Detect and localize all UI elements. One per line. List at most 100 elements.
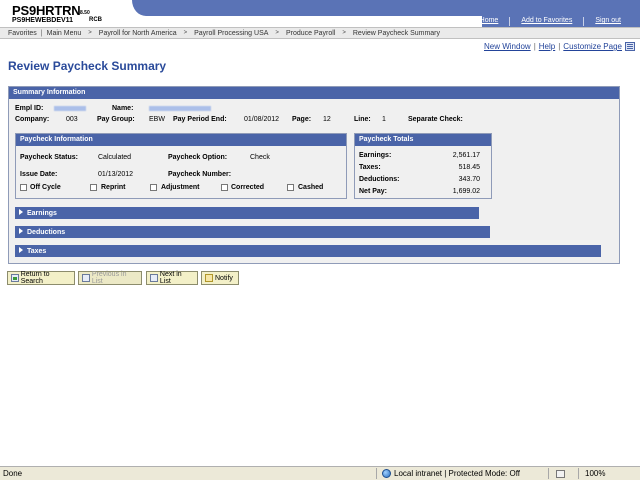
pay-group-value: EBW [149, 116, 165, 123]
header-links: Home Add to Favorites Sign out [469, 17, 632, 26]
cashed-checkbox[interactable] [287, 184, 294, 191]
previous-in-list-button[interactable]: Previous in List [78, 271, 142, 285]
paycheck-totals-group: Paycheck Totals Earnings: 2,561.17 Taxes… [354, 133, 492, 199]
page-options-icon[interactable] [625, 42, 635, 51]
corrected-checkbox[interactable] [221, 184, 228, 191]
paycheck-totals-header: Paycheck Totals [355, 134, 491, 146]
corrected-label: Corrected [231, 184, 265, 191]
link-divider: | [533, 42, 536, 51]
app-version: 8.50 [80, 10, 90, 16]
cashed-label: Cashed [298, 184, 324, 191]
zoom-level[interactable]: 100% [585, 469, 605, 478]
breadcrumb-payroll-processing[interactable]: Payroll Processing USA [190, 30, 272, 37]
name-label: Name: [112, 105, 134, 112]
sign-out-link[interactable]: Sign out [584, 17, 632, 26]
breadcrumb-produce-payroll[interactable]: Produce Payroll [282, 30, 339, 37]
empl-id-value [54, 106, 86, 111]
expand-arrow-icon [19, 228, 23, 234]
paycheck-info-header: Paycheck Information [16, 134, 346, 146]
company-label: Company: [15, 116, 50, 123]
page-label: Page: [292, 116, 312, 123]
off-cycle-checkbox[interactable] [20, 184, 27, 191]
status-divider [376, 468, 377, 479]
deductions-value: 343.70 [458, 176, 480, 183]
deductions-section-toggle[interactable]: Deductions [15, 226, 490, 238]
deductions-label: Deductions: [359, 176, 400, 183]
adjustment-checkbox[interactable] [150, 184, 157, 191]
earnings-value: 2,561.17 [452, 152, 480, 159]
app-title: PS9HRTRN [12, 3, 81, 18]
breadcrumb-payroll-na[interactable]: Payroll for North America [95, 30, 181, 37]
summary-header: Summary Information [9, 87, 619, 99]
envelope-icon [205, 274, 213, 282]
reprint-checkbox[interactable] [90, 184, 97, 191]
paycheck-option-value: Check [250, 154, 270, 161]
return-to-search-button[interactable]: Return to Search [7, 271, 75, 285]
taxes-section-toggle[interactable]: Taxes [15, 245, 601, 257]
earnings-section-toggle[interactable]: Earnings [15, 207, 479, 219]
line-value: 1 [382, 116, 386, 123]
pay-period-end-label: Pay Period End: [173, 116, 227, 123]
customize-page-link[interactable]: Customize Page [563, 42, 622, 51]
paycheck-number-label: Paycheck Number: [168, 171, 232, 178]
breadcrumb-current: Review Paycheck Summary [352, 29, 441, 37]
paycheck-option-label: Paycheck Option: [168, 154, 228, 161]
expand-arrow-icon [19, 247, 23, 253]
company-value: 003 [66, 116, 78, 123]
page-tools: New Window | Help | Customize Page [484, 42, 622, 51]
notify-button[interactable]: Notify [201, 271, 239, 285]
paycheck-status-label: Paycheck Status: [20, 154, 78, 161]
browser-status-bar: Done Local intranet | Protected Mode: Of… [0, 466, 640, 480]
taxes-section-label: Taxes [27, 248, 47, 255]
app-header: PS9HRTRN 8.50 PS9HEWEBDEV11 RCB Home Add… [0, 0, 640, 27]
status-divider [578, 468, 579, 479]
globe-icon [382, 469, 391, 478]
paycheck-info-group: Paycheck Information Paycheck Status: Ca… [15, 133, 347, 199]
net-pay-value: 1,699.02 [452, 188, 480, 195]
chevron-right-icon: > [342, 30, 346, 36]
database-name: PS9HEWEBDEV11 [12, 17, 74, 24]
taxes-label: Taxes: [359, 164, 381, 171]
security-zone-text: Local intranet | Protected Mode: Off [394, 469, 520, 478]
help-link[interactable]: Help [539, 42, 555, 51]
chevron-right-icon: > [183, 30, 188, 36]
earnings-label: Earnings: [359, 152, 392, 159]
down-arrow-icon [150, 274, 158, 282]
taxes-value: 518.45 [458, 164, 480, 171]
line-label: Line: [354, 116, 371, 123]
breadcrumb-main-menu[interactable]: Main Menu [43, 30, 86, 37]
next-in-list-label: Next in List [159, 271, 182, 285]
expand-arrow-icon [19, 209, 23, 215]
breadcrumb-favorites[interactable]: Favorites [4, 30, 41, 37]
page-value: 12 [323, 116, 331, 123]
name-value [149, 106, 211, 111]
status-divider [548, 468, 549, 479]
return-icon [11, 274, 19, 282]
page-title: Review Paycheck Summary [8, 59, 167, 73]
home-link[interactable]: Home [469, 17, 510, 26]
next-in-list-button[interactable]: Next in List [146, 271, 198, 285]
return-to-search-label: Return to Search [20, 271, 50, 285]
user-id: RCB [89, 17, 102, 23]
empl-id-label: Empl ID: [15, 105, 44, 112]
chevron-right-icon: > [275, 30, 279, 36]
link-divider: | [558, 42, 561, 51]
deductions-section-label: Deductions [27, 229, 66, 236]
separate-check-label: Separate Check: [408, 116, 463, 123]
net-pay-label: Net Pay: [359, 188, 388, 195]
issue-date-value: 01/13/2012 [98, 171, 134, 178]
summary-group: Summary Information Empl ID: Name: Compa… [8, 86, 620, 264]
off-cycle-label: Off Cycle [30, 184, 61, 191]
pay-period-end-value: 01/08/2012 [244, 116, 280, 123]
pay-group-label: Pay Group: [97, 116, 135, 123]
status-text: Done [3, 469, 23, 478]
previous-in-list-label: Previous in List [91, 271, 127, 285]
notify-label: Notify [215, 274, 233, 282]
add-to-favorites-link[interactable]: Add to Favorites [510, 17, 583, 26]
pop-up-blocker-icon[interactable] [556, 470, 565, 478]
paycheck-status-value: Calculated [98, 154, 132, 161]
adjustment-label: Adjustment [161, 184, 200, 191]
new-window-link[interactable]: New Window [484, 42, 531, 51]
breadcrumb: Favorites | Main Menu > Payroll for Nort… [0, 27, 640, 39]
security-zone[interactable]: Local intranet | Protected Mode: Off [382, 469, 520, 478]
